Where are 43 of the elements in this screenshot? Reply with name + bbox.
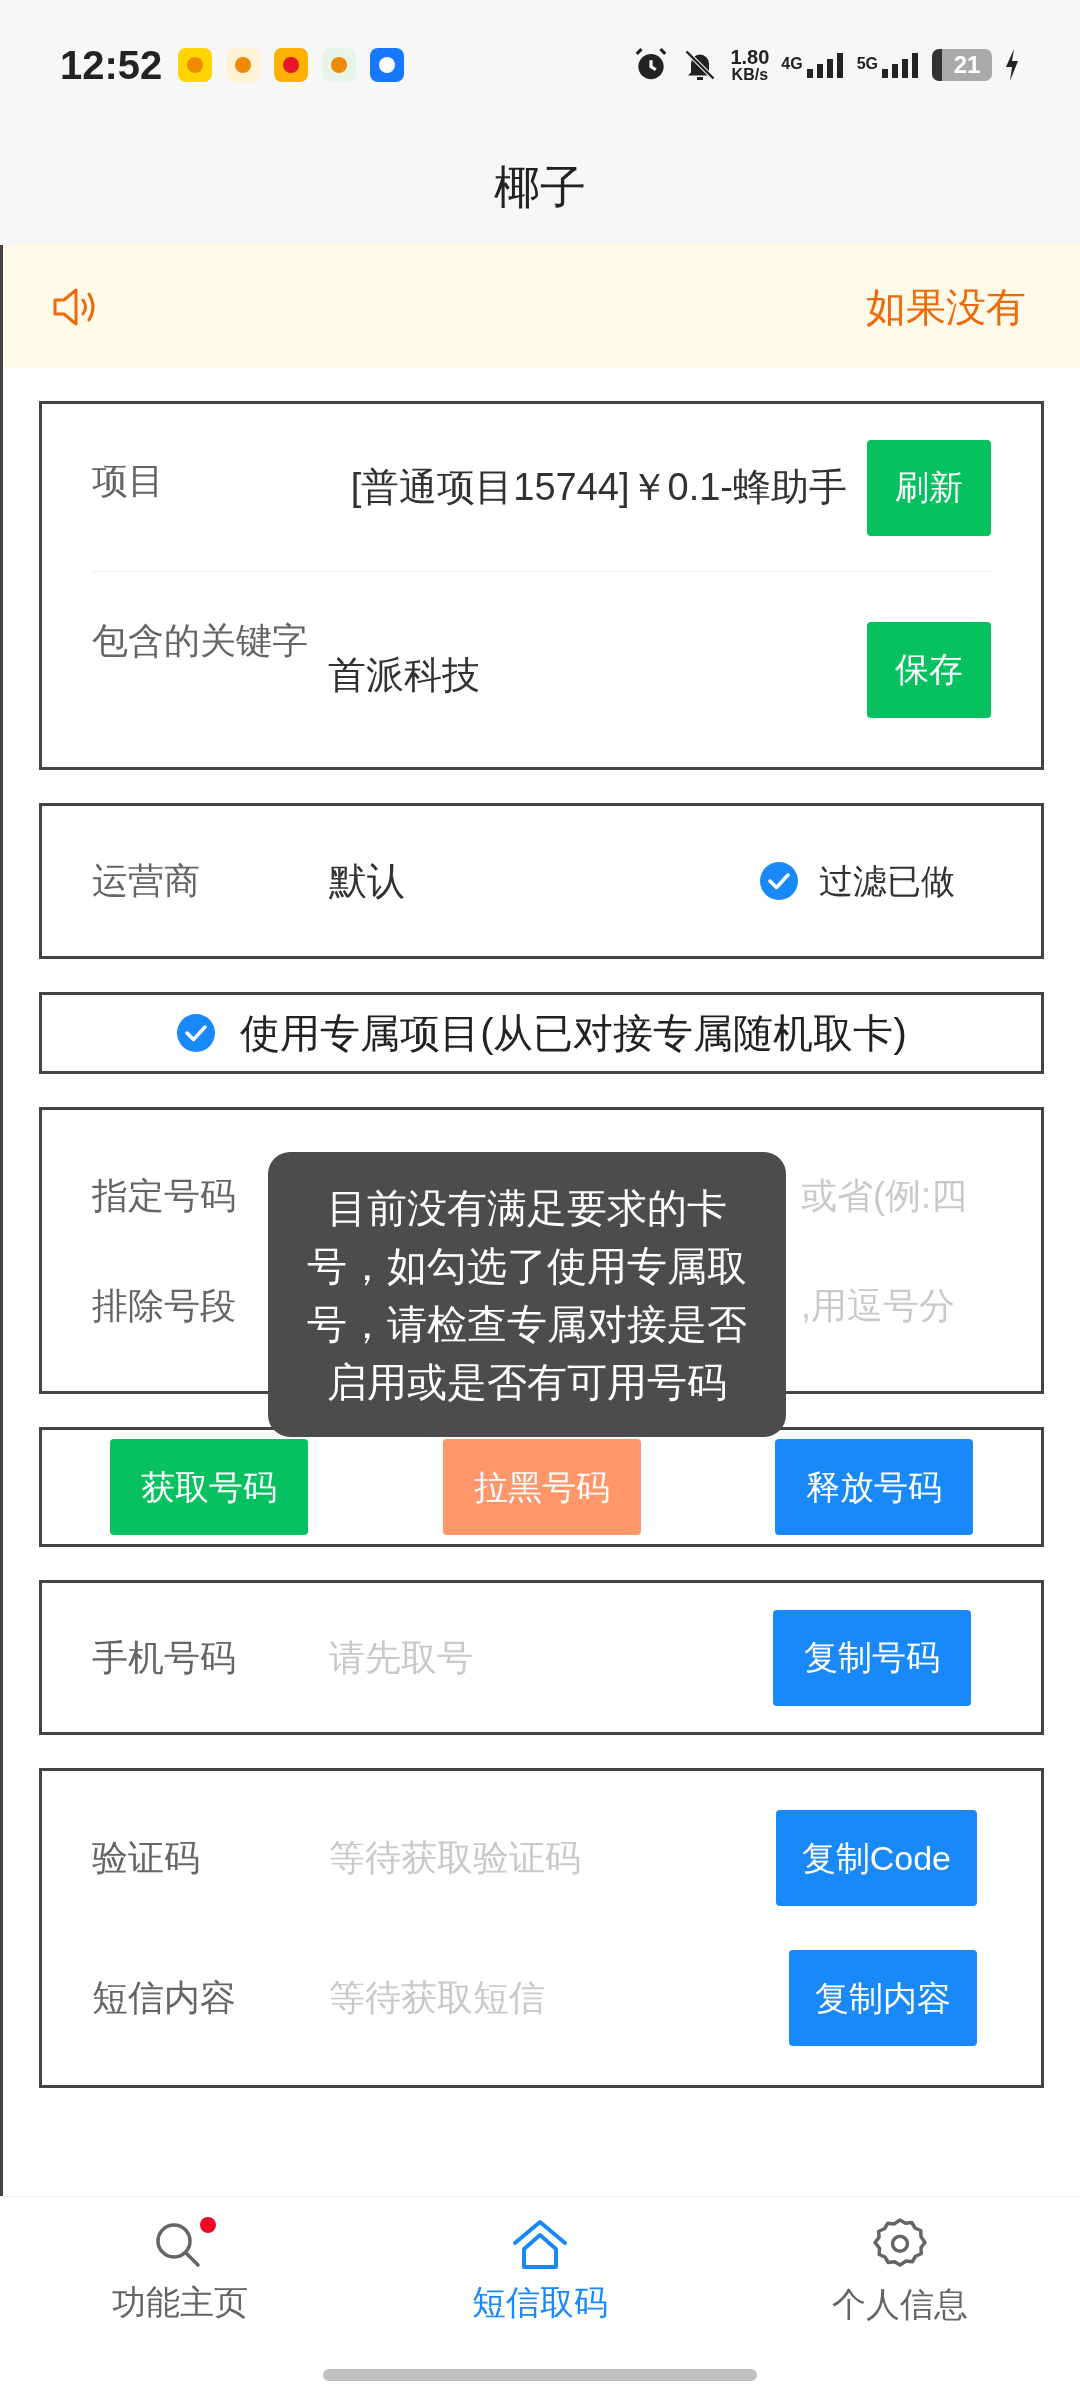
field-label: 包含的关键字 bbox=[92, 619, 308, 663]
app-icon bbox=[322, 48, 357, 82]
app-icon bbox=[178, 48, 213, 82]
speed-value: 1.80 bbox=[730, 47, 770, 67]
checkbox-label: 过滤已做 bbox=[819, 860, 955, 902]
action-button[interactable]: 刷新 bbox=[867, 439, 991, 536]
message-toast: 目前没有满足要求的卡号，如勾选了使用专属取号，请检查专属对接是否启用或是否有可用号码 bbox=[268, 1152, 786, 1437]
nav-tab[interactable]: 短信取码 bbox=[360, 2197, 720, 2347]
battery-level: 21 bbox=[932, 49, 992, 81]
checkbox[interactable] bbox=[176, 1013, 217, 1053]
app-icon bbox=[226, 48, 261, 82]
page-title: 椰子 bbox=[494, 160, 586, 215]
checkbox-label: 使用专属项目(从已对接专属随机取卡) bbox=[240, 1010, 907, 1057]
keyword-field[interactable]: 首派科技 bbox=[328, 647, 847, 704]
network-type: 4G bbox=[781, 54, 803, 74]
copy-button[interactable]: 复制号码 bbox=[773, 1609, 971, 1706]
field-label: 排除号段 bbox=[92, 1283, 237, 1328]
copy-button[interactable]: 复制内容 bbox=[789, 1950, 977, 2046]
field-label: 手机号码 bbox=[92, 1635, 237, 1680]
charging-icon bbox=[1004, 49, 1020, 81]
clock-time: 12:52 bbox=[60, 42, 163, 89]
field-label: 指定号码 bbox=[92, 1173, 237, 1218]
action-button[interactable]: 拉黑号码 bbox=[442, 1439, 641, 1535]
checkbox[interactable] bbox=[759, 861, 799, 901]
field-label: 项目 bbox=[92, 459, 165, 503]
speed-unit: KB/s bbox=[731, 67, 769, 83]
action-button[interactable]: 保存 bbox=[867, 621, 991, 718]
action-button[interactable]: 释放号码 bbox=[775, 1439, 973, 1535]
field-label: 验证码 bbox=[92, 1836, 201, 1880]
nav-tab[interactable]: 功能主页 bbox=[0, 2197, 360, 2347]
carrier-value[interactable]: 默认 bbox=[329, 852, 405, 910]
signal-icon bbox=[804, 52, 845, 78]
signal-icon bbox=[880, 52, 920, 78]
action-button[interactable]: 获取号码 bbox=[110, 1439, 308, 1535]
app-icon bbox=[274, 48, 309, 82]
notice-text: 如果没有 bbox=[866, 283, 1026, 331]
nav-tab[interactable]: 个人信息 bbox=[720, 2197, 1080, 2347]
app-icon bbox=[370, 48, 405, 82]
field-label: 短信内容 bbox=[92, 1976, 237, 2020]
copy-button[interactable]: 复制Code bbox=[775, 1810, 977, 1906]
network-type: 5G bbox=[856, 54, 878, 74]
field-label: 运营商 bbox=[92, 859, 201, 903]
project-value: [普通项目15744]￥0.1-蜂助手 bbox=[350, 465, 847, 510]
